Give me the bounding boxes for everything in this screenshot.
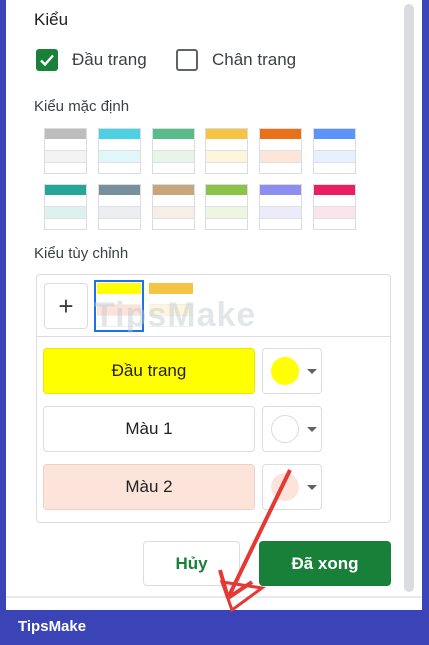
annotation-arrow-icon: [218, 469, 292, 613]
footer-brand: TipsMake: [18, 618, 87, 635]
